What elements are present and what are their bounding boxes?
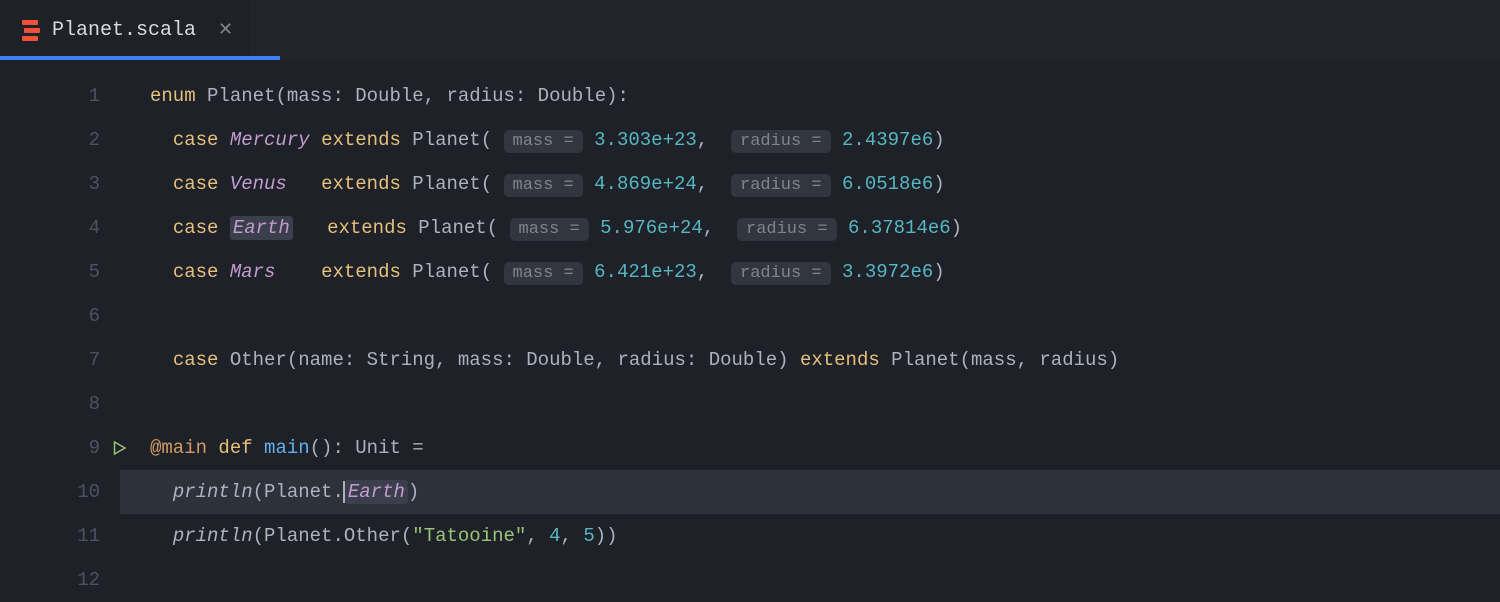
scala-icon [22,20,40,41]
code-line[interactable]: case Earth extends Planet( mass = 5.976e… [150,206,1500,250]
code-area[interactable]: enum Planet(mass: Double, radius: Double… [120,60,1500,600]
code-line[interactable]: enum Planet(mass: Double, radius: Double… [150,74,1500,118]
line-number: 12 [0,558,100,602]
line-number: 2 [0,118,100,162]
inlay-hint: radius = [731,262,831,285]
code-line[interactable]: @main def main(): Unit = [150,426,1500,470]
symbol-highlight: Earth [345,480,408,504]
symbol-highlight: Earth [230,216,293,240]
code-line-current[interactable]: println(Planet.Earth) [120,470,1500,514]
line-number: 9 [0,426,100,470]
code-line[interactable]: case Venus extends Planet( mass = 4.869e… [150,162,1500,206]
line-number: 8 [0,382,100,426]
inlay-hint: radius = [731,130,831,153]
inlay-hint: mass = [504,174,583,197]
code-line[interactable]: case Other(name: String, mass: Double, r… [150,338,1500,382]
line-number: 3 [0,162,100,206]
code-line[interactable]: case Mercury extends Planet( mass = 3.30… [150,118,1500,162]
inlay-hint: radius = [737,218,837,241]
code-line[interactable] [150,558,1500,602]
code-line[interactable] [150,294,1500,338]
line-number: 11 [0,514,100,558]
inlay-hint: radius = [731,174,831,197]
line-number: 7 [0,338,100,382]
inlay-hint: mass = [504,262,583,285]
line-number-gutter: 1 2 3 4 5 6 7 8 9 10 11 12 [0,60,120,600]
line-number: 6 [0,294,100,338]
inlay-hint: mass = [510,218,589,241]
file-tab[interactable]: Planet.scala ✕ [0,0,251,60]
line-number: 10 [0,470,100,514]
inlay-hint: mass = [504,130,583,153]
code-line[interactable]: case Mars extends Planet( mass = 6.421e+… [150,250,1500,294]
line-number: 4 [0,206,100,250]
line-number: 5 [0,250,100,294]
tab-title: Planet.scala [52,19,196,42]
code-editor[interactable]: 1 2 3 4 5 6 7 8 9 10 11 12 enum Planet(m… [0,60,1500,600]
code-line[interactable]: println(Planet.Other("Tatooine", 4, 5)) [150,514,1500,558]
code-line[interactable] [150,382,1500,426]
close-icon[interactable]: ✕ [218,19,233,41]
tab-bar: Planet.scala ✕ [0,0,1500,60]
line-number: 1 [0,74,100,118]
